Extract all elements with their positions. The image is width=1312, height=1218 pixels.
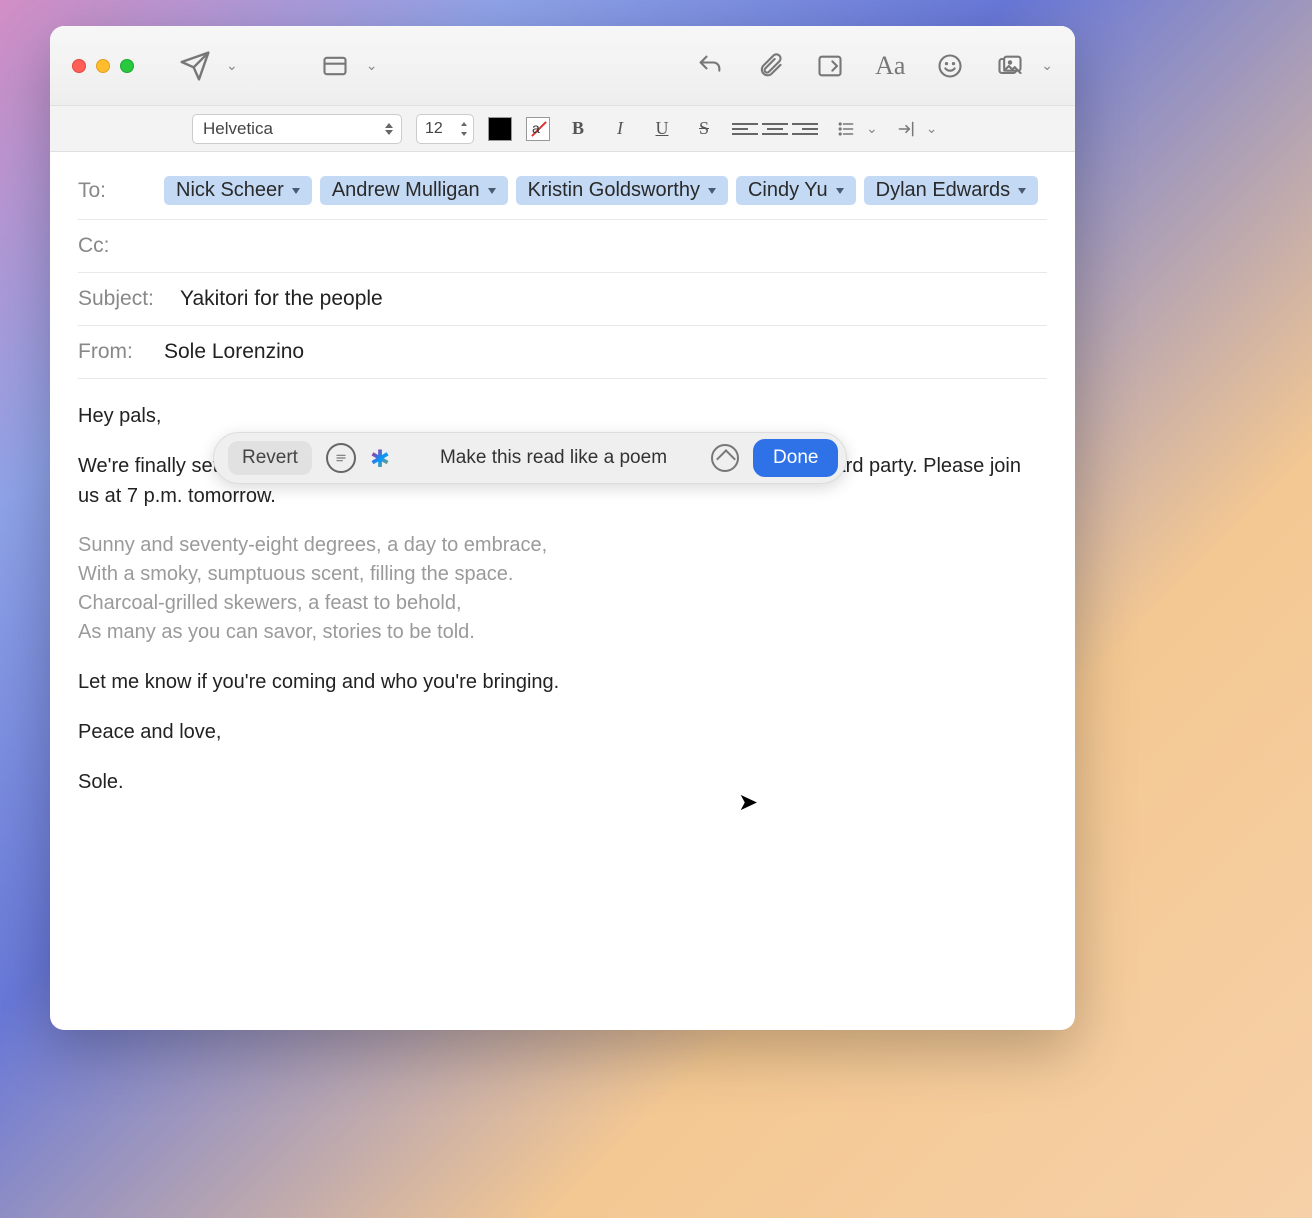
titlebar: ⌄ ⌄ Aa ⌄ xyxy=(50,26,1075,106)
poem-line: Charcoal-grilled skewers, a feast to beh… xyxy=(78,589,1047,618)
poem-line: Sunny and seventy-eight degrees, a day t… xyxy=(78,531,1047,560)
list-dropdown[interactable]: ⌄ xyxy=(866,120,878,137)
photo-dropdown[interactable]: ⌄ xyxy=(1041,57,1053,74)
from-value: Sole Lorenzino xyxy=(164,340,304,364)
recipient-chips: Nick Scheer Andrew Mulligan Kristin Gold… xyxy=(164,176,1038,205)
subject-value: Yakitori for the people xyxy=(180,287,383,311)
bold-button[interactable]: B xyxy=(564,115,592,143)
writing-tools-list-icon[interactable] xyxy=(326,443,356,473)
to-row[interactable]: To: Nick Scheer Andrew Mulligan Kristin … xyxy=(78,162,1047,220)
photo-browser-button[interactable] xyxy=(989,45,1031,87)
poem-line: With a smoky, sumptuous scent, filling t… xyxy=(78,560,1047,589)
list-button[interactable] xyxy=(832,115,860,143)
window-controls xyxy=(72,59,134,73)
recipient-chip[interactable]: Dylan Edwards xyxy=(864,176,1039,205)
cc-label: Cc: xyxy=(78,234,150,258)
indent-button[interactable] xyxy=(892,115,920,143)
subject-label: Subject: xyxy=(78,287,166,311)
indent-dropdown[interactable]: ⌄ xyxy=(926,120,938,137)
header-fields-button[interactable] xyxy=(314,45,356,87)
maximize-window-button[interactable] xyxy=(120,59,134,73)
reply-button[interactable] xyxy=(689,45,731,87)
text-color-swatch[interactable] xyxy=(488,117,512,141)
underline-button[interactable]: U xyxy=(648,115,676,143)
message-headers: To: Nick Scheer Andrew Mulligan Kristin … xyxy=(50,152,1075,379)
cc-row[interactable]: Cc: xyxy=(78,220,1047,273)
italic-button[interactable]: I xyxy=(606,115,634,143)
align-center-button[interactable] xyxy=(762,118,788,140)
header-fields-dropdown[interactable]: ⌄ xyxy=(366,57,378,74)
font-size-select[interactable]: 12 xyxy=(416,114,474,144)
send-options-dropdown[interactable]: ⌄ xyxy=(226,57,238,74)
recipient-chip[interactable]: Kristin Goldsworthy xyxy=(516,176,728,205)
from-label: From: xyxy=(78,340,150,364)
markup-button[interactable] xyxy=(809,45,851,87)
subject-row[interactable]: Subject: Yakitori for the people xyxy=(78,273,1047,326)
recipient-chip[interactable]: Andrew Mulligan xyxy=(320,176,508,205)
recipient-chip[interactable]: Cindy Yu xyxy=(736,176,856,205)
body-paragraph: Hey pals, xyxy=(78,401,1047,431)
regenerate-icon[interactable] xyxy=(711,444,739,472)
strikethrough-button[interactable]: S xyxy=(690,115,718,143)
done-button[interactable]: Done xyxy=(753,439,838,477)
ai-prompt-text: Make this read like a poem xyxy=(440,447,667,469)
recipient-chip[interactable]: Nick Scheer xyxy=(164,176,312,205)
apple-intelligence-icon[interactable] xyxy=(370,445,396,471)
close-window-button[interactable] xyxy=(72,59,86,73)
from-row[interactable]: From: Sole Lorenzino xyxy=(78,326,1047,379)
compose-window: ⌄ ⌄ Aa ⌄ Helvetica 12 B xyxy=(50,26,1075,1030)
body-paragraph: Let me know if you're coming and who you… xyxy=(78,667,1047,697)
attach-button[interactable] xyxy=(749,45,791,87)
poem-line: As many as you can savor, stories to be … xyxy=(78,618,1047,647)
to-label: To: xyxy=(78,179,150,203)
writing-tools-bar: Revert Make this read like a poem Done xyxy=(213,432,847,484)
align-right-button[interactable] xyxy=(792,118,818,140)
body-paragraph: Peace and love, xyxy=(78,717,1047,747)
ai-generated-poem: Sunny and seventy-eight degrees, a day t… xyxy=(78,531,1047,647)
text-highlight-swatch[interactable] xyxy=(526,117,550,141)
align-left-button[interactable] xyxy=(732,118,758,140)
emoji-button[interactable] xyxy=(929,45,971,87)
minimize-window-button[interactable] xyxy=(96,59,110,73)
format-bar: Helvetica 12 B I U S ⌄ ⌄ xyxy=(50,106,1075,152)
font-family-select[interactable]: Helvetica xyxy=(192,114,402,144)
body-paragraph: Sole. xyxy=(78,767,1047,797)
format-button[interactable]: Aa xyxy=(869,45,911,87)
send-button[interactable] xyxy=(174,45,216,87)
revert-button[interactable]: Revert xyxy=(228,441,312,475)
